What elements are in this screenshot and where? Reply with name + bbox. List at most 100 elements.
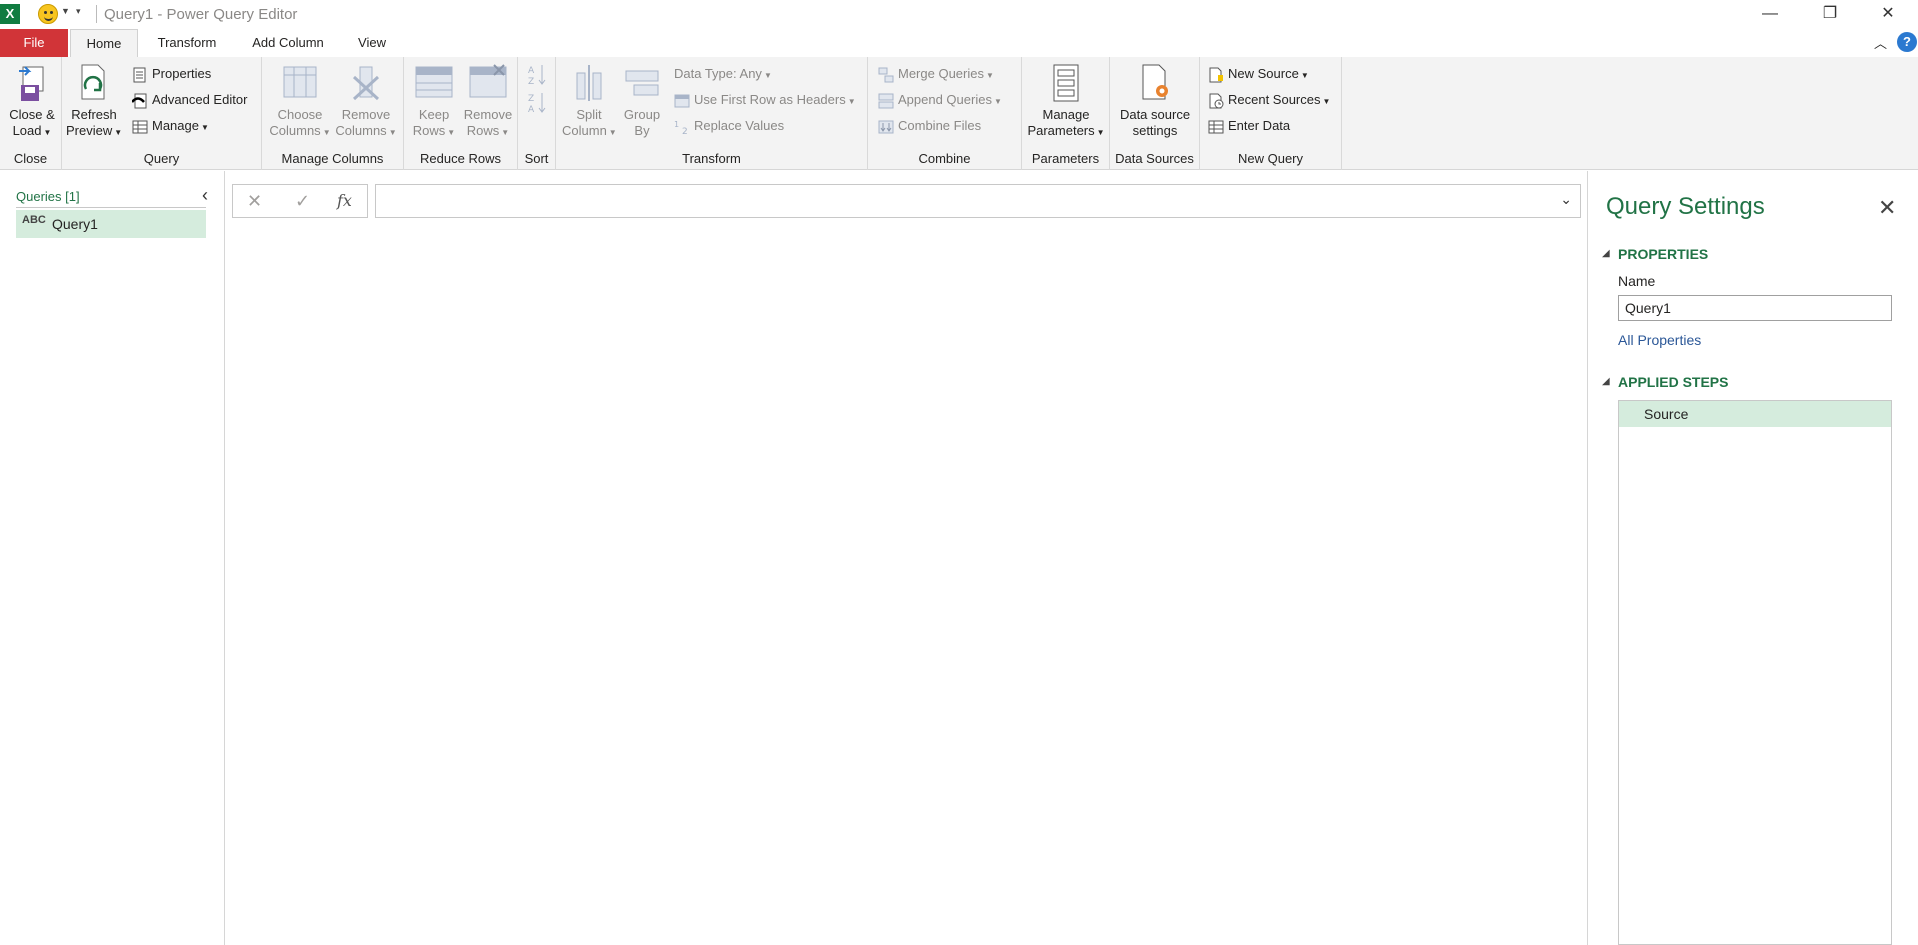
collapse-pane-chevron-left-icon[interactable]: ‹ — [202, 185, 208, 206]
advanced-editor-button[interactable]: Advanced Editor — [132, 90, 247, 110]
keep-rows-button[interactable]: Keep Rows ▼ — [408, 63, 460, 141]
chevron-down-icon: ▼ — [322, 128, 331, 137]
quick-access-customize-icon[interactable]: ▾ — [76, 6, 81, 17]
chevron-down-icon: ▼ — [608, 128, 617, 137]
append-queries-button[interactable]: Append Queries ▼ — [878, 90, 1002, 110]
recent-sources-button[interactable]: Recent Sources ▼ — [1208, 90, 1330, 110]
query-list-item[interactable]: ABC Query1 — [16, 210, 206, 238]
group-label-combine: Combine — [918, 151, 971, 166]
sort-ascending-icon: AZ — [528, 65, 546, 87]
choose-columns-icon — [283, 66, 317, 98]
properties-button[interactable]: Properties — [132, 64, 211, 84]
choose-columns-button[interactable]: Choose Columns ▼ — [268, 63, 332, 141]
svg-text:Z: Z — [528, 94, 534, 104]
close-load-icon — [19, 66, 44, 101]
group-label-reduce-rows: Reduce Rows — [420, 151, 501, 166]
ribbon: Close & Load ▼ Close Refresh Preview ▼ Pro… — [0, 57, 1918, 170]
chevron-down-icon: ▼ — [993, 97, 1002, 106]
restore-icon[interactable]: ❐ — [1810, 2, 1850, 26]
replace-values-button[interactable]: 1 2 Replace Values — [674, 116, 784, 136]
all-properties-link[interactable]: All Properties — [1618, 332, 1701, 348]
group-label-close: Close — [13, 151, 48, 166]
query-settings-title: Query Settings — [1606, 193, 1765, 220]
group-sort: AZ ZA Sort — [518, 57, 556, 170]
remove-columns-button[interactable]: Remove Columns ▼ — [334, 63, 398, 141]
expand-formula-chevron-down-icon[interactable]: ⌄ — [1560, 191, 1572, 208]
applied-step-item[interactable]: Source — [1619, 401, 1891, 427]
manage-button[interactable]: Manage ▼ — [132, 116, 209, 136]
chevron-down-icon: ▼ — [847, 97, 856, 106]
group-by-button[interactable]: Group By — [620, 63, 664, 139]
split-label-1: Split — [576, 107, 602, 122]
group-label-query: Query — [143, 151, 180, 166]
properties-heading: PROPERTIES — [1618, 246, 1709, 262]
minimize-icon[interactable]: — — [1750, 2, 1790, 26]
applied-steps-list: Source — [1618, 400, 1892, 945]
fx-icon[interactable]: fx — [337, 191, 352, 210]
formula-input[interactable]: ⌄ — [375, 184, 1581, 218]
group-manage-columns: Choose Columns ▼ Remove Columns ▼ Manage C… — [262, 57, 404, 170]
merge-queries-label: Merge Queries — [898, 66, 984, 81]
query-name-input[interactable]: Query1 — [1618, 295, 1892, 321]
close-load-label-1: Close & — [9, 107, 55, 122]
split-column-icon — [576, 65, 602, 101]
tab-file[interactable]: File — [0, 29, 68, 57]
chevron-down-icon: ▼ — [501, 128, 510, 137]
merge-queries-button[interactable]: Merge Queries ▼ — [878, 64, 994, 84]
tab-transform[interactable]: Transform — [150, 29, 224, 57]
name-label: Name — [1618, 273, 1656, 289]
chevron-down-icon: ▼ — [1096, 128, 1105, 137]
ribbon-tabs: File Home Transform Add Column View ︿ — [0, 29, 1918, 57]
chevron-down-icon: ▼ — [114, 128, 123, 137]
sort-descending-button[interactable]: ZA — [527, 91, 547, 115]
data-source-settings-button[interactable]: Data source settings — [1112, 63, 1198, 139]
ds-label-1: Data source — [1119, 107, 1191, 122]
close-settings-icon[interactable]: ✕ — [1878, 195, 1896, 221]
cancel-formula-icon[interactable]: ✕ — [247, 191, 262, 212]
close-window-icon[interactable]: ✕ — [1868, 2, 1908, 26]
group-transform: Split Column ▼ Group By Data Type: Any ▼ U… — [556, 57, 868, 170]
tab-home[interactable]: Home — [70, 29, 138, 57]
refresh-preview-button[interactable]: Refresh Preview ▼ — [66, 63, 122, 141]
new-source-button[interactable]: New Source ▼ — [1208, 64, 1309, 84]
data-type-dropdown[interactable]: Data Type: Any ▼ — [674, 64, 772, 84]
combine-files-icon — [878, 120, 894, 134]
manage-parameters-button[interactable]: Manage Parameters ▼ — [1024, 63, 1108, 141]
feedback-smiley-icon[interactable] — [38, 4, 58, 24]
enter-data-button[interactable]: Enter Data — [1208, 116, 1290, 136]
combine-files-button[interactable]: Combine Files — [878, 116, 981, 136]
remove-rows-icon — [469, 64, 507, 98]
remove-columns-icon — [352, 66, 380, 101]
append-queries-label: Append Queries — [898, 92, 992, 107]
refresh-label-1: Refresh — [71, 107, 117, 122]
close-load-button[interactable]: Close & Load ▼ — [4, 63, 60, 141]
help-icon[interactable]: ? — [1897, 32, 1917, 52]
queries-pane: Queries [1] ‹ ABC Query1 — [0, 171, 225, 945]
smiley-dropdown-icon[interactable]: ▼ — [61, 6, 70, 16]
text-type-icon: ABC — [22, 214, 46, 226]
queries-divider — [16, 207, 206, 208]
keep-rows-icon — [415, 66, 453, 98]
queries-title: Queries [1] — [16, 189, 80, 204]
split-column-button[interactable]: Split Column ▼ — [562, 63, 617, 141]
manage-params-label-2: Parameters — [1027, 123, 1095, 138]
recent-sources-icon — [1209, 93, 1224, 109]
remove-rows-button[interactable]: Remove Rows ▼ — [460, 63, 516, 141]
sort-ascending-button[interactable]: AZ — [527, 63, 547, 87]
use-first-row-headers-button[interactable]: Use First Row as Headers ▼ — [674, 90, 856, 110]
group-label-2: By — [634, 123, 650, 138]
window-title: Query1 - Power Query Editor — [104, 6, 298, 23]
manage-params-label-1: Manage — [1042, 107, 1090, 122]
applied-steps-collapse-triangle-icon[interactable]: ◢ — [1602, 376, 1610, 387]
first-row-label: Use First Row as Headers — [694, 92, 846, 107]
recent-sources-label: Recent Sources — [1228, 92, 1321, 107]
properties-collapse-triangle-icon[interactable]: ◢ — [1602, 248, 1610, 259]
group-label-1: Group — [623, 107, 661, 122]
tab-add-column[interactable]: Add Column — [244, 29, 332, 57]
ds-label-2: settings — [1132, 123, 1178, 138]
confirm-formula-icon[interactable]: ✓ — [295, 191, 310, 212]
headers-table-icon — [674, 94, 690, 108]
tab-view[interactable]: View — [352, 29, 392, 57]
refresh-label-2: Preview — [66, 123, 113, 138]
collapse-ribbon-icon[interactable]: ︿ — [1874, 33, 1887, 52]
